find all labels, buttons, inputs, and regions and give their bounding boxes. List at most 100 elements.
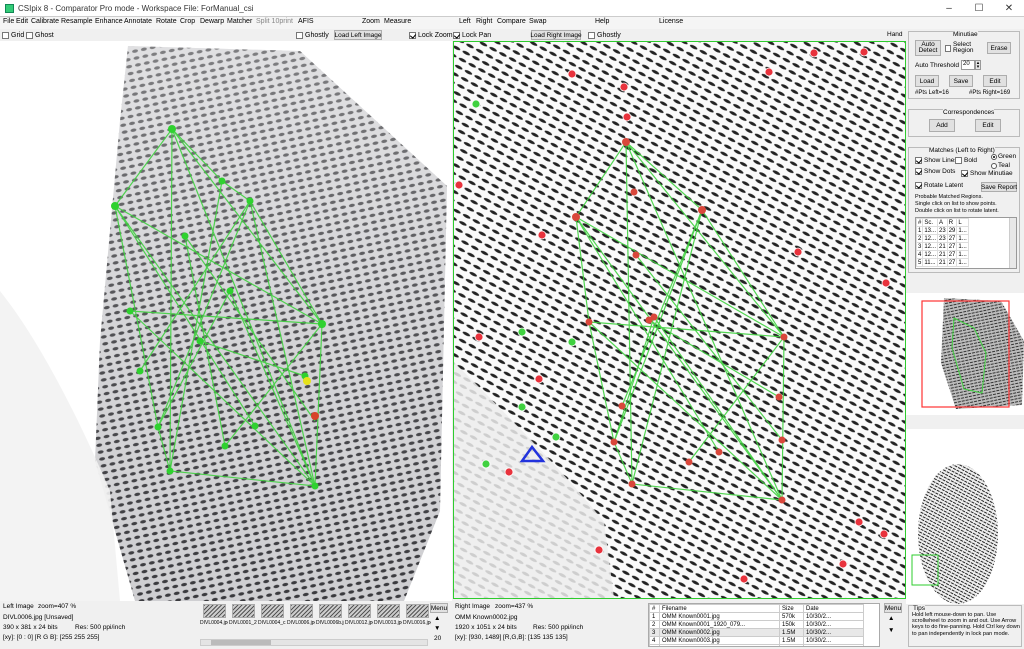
- menu-calibrate[interactable]: Calibrate: [31, 18, 59, 25]
- left-thumbnail-item[interactable]: DIVL0004.jpg: [200, 604, 228, 626]
- right-files-row[interactable]: 4 OMM Known0003.jpg 1.5M 10/30/2...: [649, 636, 864, 645]
- ghost-right-checkbox[interactable]: [588, 31, 595, 39]
- left-navigator[interactable]: [906, 293, 1024, 415]
- right-files-menu[interactable]: Menu: [884, 603, 902, 613]
- ghost-left-toggle[interactable]: Ghostly: [296, 29, 329, 41]
- left-thumbnail-item[interactable]: DIVL0006b.jpg: [316, 604, 344, 626]
- menu-license[interactable]: License: [659, 18, 683, 25]
- matches-table[interactable]: # Sc. A R L 1 13... 23 29 1... 2 12... 23 27 1... 3 12.…: [916, 218, 969, 267]
- left-thumbnail-item[interactable]: DIVL0012.jpg: [345, 604, 373, 626]
- auto-detect-button[interactable]: Auto Detect: [915, 40, 941, 56]
- show-minutiae-toggle[interactable]: Show Minutiae: [961, 170, 1013, 177]
- left-thumbnail-image[interactable]: [289, 604, 313, 618]
- lock-zoom-checkbox[interactable]: [409, 31, 416, 39]
- load-minutiae-button[interactable]: Load: [915, 75, 939, 87]
- right-image-canvas[interactable]: [453, 41, 906, 599]
- left-thumbnail-list[interactable]: DIVL0004.jpgDIVL0001_2.jpgDIVL0004_c...D…: [200, 604, 431, 626]
- left-thumbnails-up-icon[interactable]: ▲: [434, 615, 440, 622]
- left-thumbnail-item[interactable]: DIVL0013.jpg: [374, 604, 402, 626]
- matches-table-row[interactable]: 1 13... 23 29 1...: [916, 226, 969, 235]
- menu-measure[interactable]: Measure: [384, 18, 411, 25]
- menu-zoom[interactable]: Zoom: [362, 18, 380, 25]
- load-left-image-button[interactable]: Load Left Image: [334, 30, 382, 40]
- show-minutiae-checkbox[interactable]: [961, 170, 968, 177]
- menu-resample[interactable]: Resample: [61, 18, 93, 25]
- add-correspondence-button[interactable]: Add: [929, 119, 955, 132]
- green-radio-dot[interactable]: [991, 153, 997, 160]
- right-files-panel[interactable]: # Filename Size Date 1 OMM Known0001.jpg 5…: [648, 601, 906, 649]
- menu-right[interactable]: Right: [476, 18, 492, 25]
- menu-edit[interactable]: Edit: [16, 18, 28, 25]
- left-thumbnail-item[interactable]: DIVL0001_2.jpg: [229, 604, 257, 626]
- menu-split-10print[interactable]: Split 10print: [256, 18, 293, 25]
- close-button[interactable]: ✕: [994, 0, 1024, 17]
- menu-file[interactable]: File: [3, 18, 14, 25]
- right-files-row[interactable]: 3 OMM Known0002.jpg 1.5M 10/30/2...: [649, 628, 864, 637]
- left-thumbnails-strip[interactable]: DIVL0004.jpgDIVL0001_2.jpgDIVL0004_c...D…: [198, 601, 452, 649]
- ghost-left-checkbox[interactable]: [296, 31, 303, 39]
- select-region-toggle[interactable]: Select Region: [945, 41, 985, 54]
- right-files-list[interactable]: # Filename Size Date 1 OMM Known0001.jpg 5…: [648, 603, 880, 647]
- left-thumbnail-image[interactable]: [405, 604, 429, 618]
- show-dots-toggle[interactable]: Show Dots: [915, 168, 955, 175]
- left-thumbnail-image[interactable]: [231, 604, 255, 618]
- left-thumbnails-menu[interactable]: Menu: [430, 603, 448, 613]
- ghost-right-toggle[interactable]: Ghostly: [588, 29, 621, 41]
- menu-rotate[interactable]: Rotate: [156, 18, 177, 25]
- save-minutiae-button[interactable]: Save: [949, 75, 973, 87]
- left-thumbnail-item[interactable]: DIVL0006.jpg: [287, 604, 315, 626]
- left-thumbnail-item[interactable]: DIVL0016.jpg: [403, 604, 431, 626]
- menu-help[interactable]: Help: [595, 18, 609, 25]
- left-thumbnails-scrollbar[interactable]: [200, 639, 428, 646]
- ghost-checkbox[interactable]: [26, 31, 33, 39]
- teal-radio-dot[interactable]: [991, 162, 997, 169]
- grid-toggle[interactable]: Grid: [2, 29, 24, 41]
- ghost-toggle[interactable]: Ghost: [26, 29, 54, 41]
- matches-list[interactable]: # Sc. A R L 1 13... 23 29 1... 2 12... 23 27 1... 3 12.…: [915, 217, 1017, 269]
- matches-table-row[interactable]: 2 12... 23 27 1...: [916, 234, 969, 243]
- menu-compare[interactable]: Compare: [497, 18, 526, 25]
- left-thumbnail-image[interactable]: [202, 604, 226, 618]
- matches-table-row[interactable]: 5 11... 21 27 1...: [916, 258, 969, 267]
- right-files-down-icon[interactable]: ▼: [888, 627, 894, 634]
- show-dots-checkbox[interactable]: [915, 168, 922, 175]
- menu-dewarp[interactable]: Dewarp: [200, 18, 224, 25]
- auto-threshold-input[interactable]: 20: [961, 60, 975, 70]
- hand-tool[interactable]: Hand: [887, 31, 903, 38]
- menu-enhance[interactable]: Enhance: [95, 18, 123, 25]
- matches-table-row[interactable]: 3 12... 21 27 1...: [916, 242, 969, 251]
- rotate-latent-toggle[interactable]: Rotate Latent: [915, 182, 963, 189]
- bold-checkbox[interactable]: [955, 157, 962, 164]
- matches-list-scrollbar[interactable]: [1009, 218, 1016, 268]
- right-files-up-icon[interactable]: ▲: [888, 615, 894, 622]
- bold-toggle[interactable]: Bold: [955, 157, 977, 164]
- right-navigator[interactable]: [906, 429, 1024, 604]
- left-thumbnail-image[interactable]: [376, 604, 400, 618]
- matches-table-row[interactable]: 4 12... 21 27 1...: [916, 250, 969, 259]
- grid-checkbox[interactable]: [2, 31, 9, 39]
- load-right-image-button[interactable]: Load Right Image: [530, 30, 582, 40]
- save-report-button[interactable]: Save Report: [981, 182, 1017, 192]
- right-files-table[interactable]: # Filename Size Date 1 OMM Known0001.jpg 5…: [649, 604, 864, 646]
- rotate-latent-checkbox[interactable]: [915, 182, 922, 189]
- show-lines-checkbox[interactable]: [915, 157, 922, 164]
- menu-crop[interactable]: Crop: [180, 18, 195, 25]
- left-thumbnail-item[interactable]: DIVL0004_c...: [258, 604, 286, 626]
- maximize-button[interactable]: ☐: [964, 0, 994, 17]
- select-region-checkbox[interactable]: [945, 44, 951, 52]
- minimize-button[interactable]: –: [934, 0, 964, 17]
- menu-left[interactable]: Left: [459, 18, 471, 25]
- lock-pan-toggle[interactable]: Lock Pan: [453, 29, 491, 41]
- teal-radio[interactable]: Teal: [991, 162, 1010, 169]
- right-files-row[interactable]: 2 OMM Known0001_1920_079... 150k 10/30/2...: [649, 620, 864, 629]
- menu-swap[interactable]: Swap: [529, 18, 547, 25]
- lock-zoom-toggle[interactable]: Lock Zoom: [409, 29, 453, 41]
- lock-pan-checkbox[interactable]: [453, 31, 460, 39]
- left-thumbnail-image[interactable]: [318, 604, 342, 618]
- menu-afis[interactable]: AFIS: [298, 18, 314, 25]
- erase-button[interactable]: Erase: [987, 42, 1011, 54]
- left-thumbnail-image[interactable]: [347, 604, 371, 618]
- edit-minutiae-button[interactable]: Edit: [983, 75, 1007, 87]
- left-thumbnail-image[interactable]: [260, 604, 284, 618]
- auto-threshold-spinner[interactable]: ▴ ▾: [975, 60, 981, 70]
